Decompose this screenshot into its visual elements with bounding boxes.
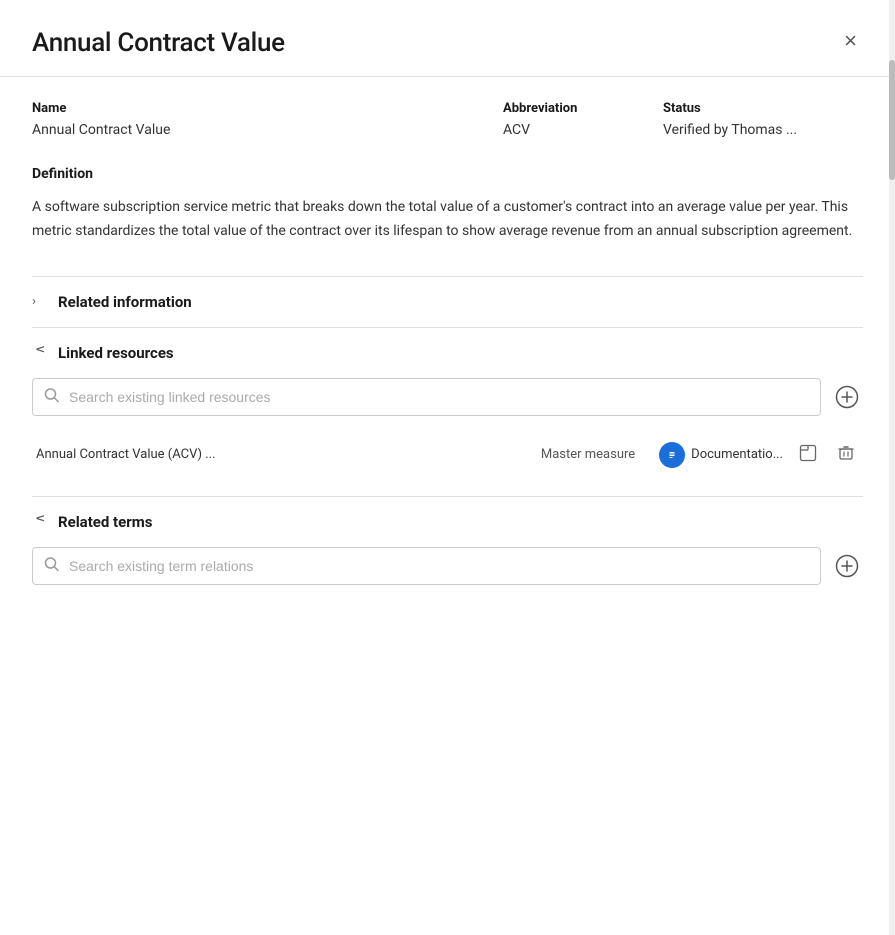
related-terms-add-button[interactable]	[831, 550, 863, 582]
definition-text: A software subscription service metric t…	[32, 196, 863, 244]
close-button[interactable]: ×	[838, 28, 863, 54]
delete-icon[interactable]	[833, 440, 859, 470]
linked-resources-search-row	[32, 378, 863, 416]
related-terms-chevron-icon: ∨	[33, 514, 48, 530]
linked-item-badge: Master measure	[541, 447, 635, 462]
linked-item-row: Annual Contract Value (ACV) ... Master m…	[32, 430, 863, 480]
scrollbar-track[interactable]	[889, 0, 895, 935]
linked-resources-body: Annual Contract Value (ACV) ... Master m…	[32, 378, 863, 480]
status-value: Verified by Thomas ...	[663, 122, 863, 138]
status-label: Status	[663, 101, 863, 116]
name-value: Annual Contract Value	[32, 122, 443, 138]
panel: Annual Contract Value × Name Annual Cont…	[0, 0, 895, 935]
doc-icon	[659, 442, 685, 468]
linked-item-text: Annual Contract Value (ACV) ...	[36, 447, 533, 462]
status-field-group: Status Verified by Thomas ...	[663, 101, 863, 138]
definition-section: Definition A software subscription servi…	[32, 166, 863, 244]
related-information-header[interactable]: › Related information	[32, 293, 863, 311]
linked-resources-chevron-icon: ∨	[33, 345, 48, 361]
panel-content: Name Annual Contract Value Abbreviation …	[0, 77, 895, 639]
name-label: Name	[32, 101, 443, 116]
doc-label: Documentatio...	[691, 447, 783, 462]
panel-header: Annual Contract Value ×	[0, 0, 895, 77]
linked-resources-section: ∨ Linked resources	[32, 327, 863, 496]
doc-link[interactable]: Documentatio...	[659, 442, 783, 468]
related-terms-section: ∨ Related terms	[32, 496, 863, 615]
related-information-chevron-icon: ›	[32, 294, 48, 309]
abbreviation-value: ACV	[503, 122, 643, 138]
linked-resources-add-button[interactable]	[831, 381, 863, 413]
related-information-section: › Related information	[32, 276, 863, 327]
related-terms-header[interactable]: ∨ Related terms	[32, 513, 863, 531]
related-terms-search-row	[32, 547, 863, 585]
name-field-group: Name Annual Contract Value	[32, 101, 443, 138]
related-terms-search-wrap	[32, 547, 821, 585]
linked-resources-title: Linked resources	[58, 344, 174, 362]
definition-label: Definition	[32, 166, 863, 182]
scrollbar-thumb[interactable]	[889, 60, 895, 180]
linked-resources-search-wrap	[32, 378, 821, 416]
related-information-title: Related information	[58, 293, 192, 311]
page-title: Annual Contract Value	[32, 28, 285, 58]
related-terms-title: Related terms	[58, 513, 152, 531]
abbreviation-field-group: Abbreviation ACV	[503, 101, 643, 138]
fields-row: Name Annual Contract Value Abbreviation …	[32, 101, 863, 138]
linked-resources-header[interactable]: ∨ Linked resources	[32, 344, 863, 362]
add-tab-icon[interactable]	[795, 440, 821, 470]
abbreviation-label: Abbreviation	[503, 101, 643, 116]
related-terms-body	[32, 547, 863, 585]
related-terms-search-input[interactable]	[32, 547, 821, 585]
linked-resources-search-input[interactable]	[32, 378, 821, 416]
